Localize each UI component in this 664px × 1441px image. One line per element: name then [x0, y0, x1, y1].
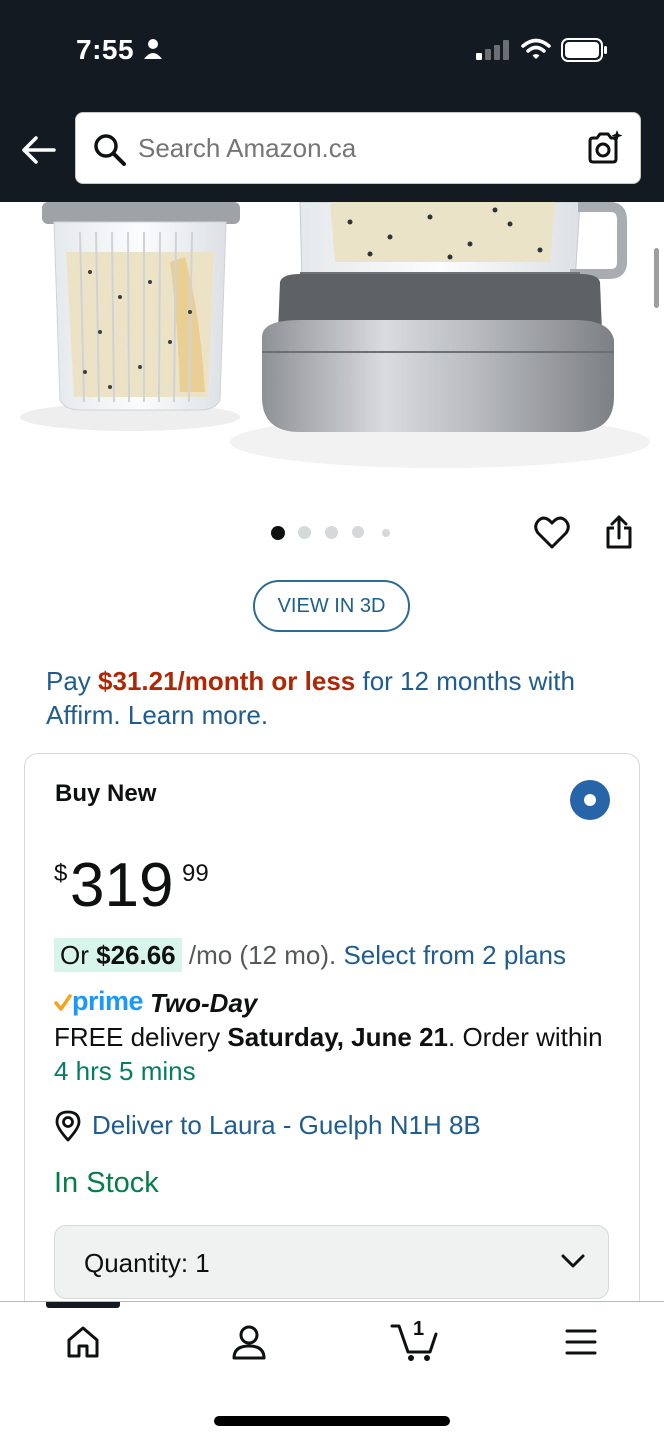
battery-icon	[561, 38, 607, 62]
scroll-indicator	[654, 248, 659, 308]
monthly-suffix: /mo (12 mo).	[181, 940, 344, 970]
monthly-amount: $26.66	[96, 940, 176, 970]
home-indicator	[214, 1416, 450, 1426]
carousel-dot[interactable]	[352, 526, 364, 538]
status-time: 7:55	[76, 34, 135, 65]
delivery-date: Saturday, June 21	[227, 1022, 448, 1052]
carousel-dot[interactable]	[298, 526, 311, 539]
carousel-dot-active[interactable]	[271, 526, 285, 540]
location-pin-icon	[55, 1110, 81, 1142]
price-fraction: 99	[182, 860, 209, 887]
delivery-window: 4 hrs 5 mins	[54, 1056, 196, 1086]
quantity-label-text: Quantity:	[84, 1248, 189, 1278]
delivery-pre: FREE delivery	[54, 1022, 228, 1052]
share-icon[interactable]	[604, 514, 634, 550]
product-image[interactable]	[0, 202, 664, 492]
price-whole: 319	[70, 851, 174, 920]
menu-icon[interactable]	[565, 1328, 597, 1356]
active-tab-indicator	[46, 1302, 120, 1308]
person-icon	[144, 39, 162, 59]
search-bar[interactable]	[75, 112, 641, 184]
heart-icon[interactable]	[534, 516, 570, 550]
camera-icon[interactable]	[586, 129, 624, 167]
affirm-financing-link[interactable]: Pay $31.21/month or less for 12 months w…	[46, 664, 636, 732]
carousel-dot[interactable]	[325, 526, 338, 539]
quantity-dropdown[interactable]: Quantity: 1	[54, 1225, 609, 1299]
buy-new-title: Buy New	[55, 780, 157, 807]
quantity-value: 1	[195, 1248, 210, 1278]
select-plans-link[interactable]: Select from 2 plans	[343, 940, 566, 970]
affirm-amount: $31.21/month or less	[98, 666, 356, 696]
carousel-dot[interactable]	[382, 529, 390, 537]
monthly-payment: Or $26.66 /mo (12 mo). Select from 2 pla…	[54, 938, 566, 972]
affirm-prefix: Pay	[46, 666, 99, 696]
account-icon[interactable]	[229, 1322, 269, 1362]
status-bar: 7:55	[0, 0, 664, 100]
cart-count-badge: 1	[413, 1318, 425, 1340]
radio-selected-icon[interactable]	[570, 780, 610, 820]
prime-speed: Two-Day	[150, 988, 258, 1018]
home-icon[interactable]	[63, 1322, 103, 1362]
monthly-highlight: Or $26.66	[54, 938, 182, 972]
stock-status: In Stock	[54, 1167, 159, 1199]
deliver-to-text: Deliver to Laura - Guelph N1H 8B	[92, 1110, 481, 1140]
monthly-prefix: Or	[60, 940, 97, 970]
view-in-3d-button[interactable]: VIEW IN 3D	[253, 580, 410, 632]
back-arrow-icon[interactable]	[20, 134, 56, 166]
chevron-down-icon	[561, 1254, 585, 1268]
wifi-icon	[521, 38, 551, 59]
signal-icon	[476, 40, 509, 60]
prime-logo: prime	[72, 986, 144, 1016]
search-icon	[94, 134, 126, 166]
quantity-label: Quantity: 1	[84, 1248, 210, 1279]
prime-check-icon	[54, 994, 72, 1011]
price-symbol: $	[54, 860, 68, 887]
search-input[interactable]	[138, 133, 558, 164]
delivery-message: FREE delivery Saturday, June 21. Order w…	[54, 1020, 614, 1088]
delivery-mid: . Order within	[448, 1022, 603, 1052]
